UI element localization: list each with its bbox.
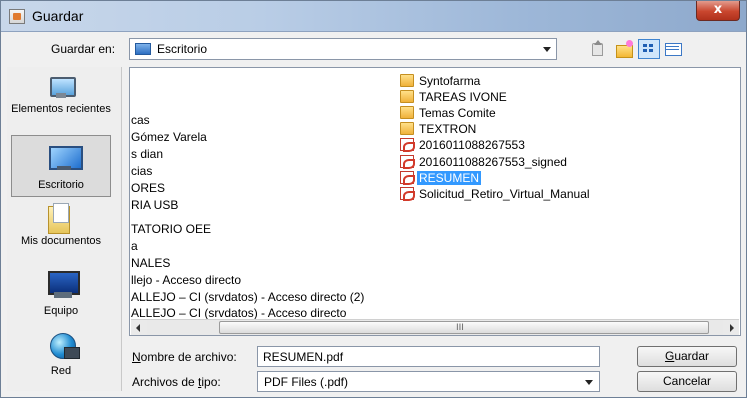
place-label: Mis documentos: [20, 235, 102, 247]
scrollbar-thumb[interactable]: III: [219, 321, 709, 334]
chevron-down-icon: [543, 47, 551, 52]
folder-icon: [400, 122, 414, 135]
filetype-label: Archivos de tipo:: [132, 375, 221, 389]
list-item-selected[interactable]: RESUMEN: [399, 170, 482, 186]
save-dialog: Guardar x Guardar en: Escritorio Element…: [0, 0, 747, 398]
list-item[interactable]: llejo - Acceso directo: [131, 272, 241, 288]
list-item[interactable]: TEXTRON: [399, 121, 476, 137]
places-bar: Elementos recientes Escritorio Mis docum…: [7, 67, 122, 391]
place-desktop[interactable]: Escritorio: [11, 135, 111, 197]
computer-icon: [48, 271, 80, 299]
desktop-icon: [49, 146, 83, 170]
list-item[interactable]: 2016011088267553: [399, 137, 525, 153]
file-name: cias: [131, 164, 153, 178]
folder-icon: [400, 74, 414, 87]
list-item[interactable]: TAREAS IVONE: [399, 89, 507, 105]
pdf-file-icon: [400, 138, 415, 152]
file-name: ALLEJO – CI (srvdatos) - Acceso directo …: [131, 290, 365, 304]
list-item[interactable]: ORES: [131, 180, 165, 196]
list-item[interactable]: Gómez Varela: [131, 129, 207, 145]
list-item[interactable]: Syntofarma: [399, 73, 480, 89]
filetype-value: PDF Files (.pdf): [264, 375, 349, 389]
cancel-button[interactable]: Cancelar: [637, 371, 737, 392]
file-name: a: [131, 239, 138, 253]
file-name: cas: [131, 113, 150, 127]
chevron-down-icon: [585, 380, 593, 385]
place-label: Escritorio: [38, 179, 84, 191]
place-computer[interactable]: Equipo: [11, 267, 111, 329]
place-recent-items[interactable]: Elementos recientes: [11, 69, 111, 131]
list-item[interactable]: Solicitud_Retiro_Virtual_Manual: [399, 186, 590, 202]
place-network[interactable]: Red: [11, 329, 111, 391]
file-name: RIA USB: [131, 198, 179, 212]
new-folder-icon[interactable]: [613, 39, 635, 59]
file-name: ORES: [131, 181, 166, 195]
scroll-right-icon[interactable]: [723, 320, 739, 335]
recent-items-icon: [48, 75, 76, 99]
save-button[interactable]: Guardar: [637, 346, 737, 367]
save-label: uardar: [674, 349, 710, 363]
save-in-label: Guardar en:: [51, 42, 116, 56]
file-name: RESUMEN: [417, 171, 482, 185]
list-item[interactable]: s dian: [131, 146, 163, 162]
desktop-folder-icon: [135, 43, 151, 55]
filetype-label-text-end: ipo:: [201, 375, 221, 389]
file-list[interactable]: cas Gómez Varela s dian cias ORES RIA US…: [129, 67, 741, 336]
file-name: TAREAS IVONE: [419, 90, 507, 104]
filetype-label-text: Archivos de: [132, 375, 199, 389]
scrollbar-grip: III: [456, 323, 464, 333]
file-name: Solicitud_Retiro_Virtual_Manual: [419, 187, 590, 201]
file-name: Temas Comite: [419, 106, 496, 120]
save-in-combobox[interactable]: Escritorio: [129, 38, 557, 60]
place-label: Equipo: [43, 305, 79, 317]
place-label: Elementos recientes: [11, 103, 111, 115]
save-in-value: Escritorio: [157, 42, 208, 56]
folder-icon: [400, 106, 414, 119]
file-name: ALLEJO – CI (srvdatos) - Acceso directo: [131, 306, 347, 320]
window-title: Guardar: [32, 8, 84, 24]
filename-input[interactable]: [257, 346, 600, 367]
file-name: llejo - Acceso directo: [131, 273, 242, 287]
details-view-icon[interactable]: [662, 39, 684, 59]
list-item[interactable]: cas: [131, 112, 150, 128]
scroll-left-icon[interactable]: [131, 320, 147, 335]
list-view-icon[interactable]: [638, 39, 660, 59]
network-icon: [48, 333, 80, 363]
pdf-file-icon: [400, 171, 415, 185]
list-item[interactable]: RIA USB: [131, 197, 178, 213]
place-label: Red: [50, 365, 72, 377]
list-item[interactable]: a: [131, 238, 138, 254]
file-name: 2016011088267553_signed: [419, 155, 567, 169]
folder-icon: [400, 90, 414, 103]
file-name: 2016011088267553: [419, 138, 525, 152]
list-item[interactable]: TATORIO OEE: [131, 221, 211, 237]
filename-label: Nombre de archivo:: [132, 350, 237, 364]
list-item[interactable]: Temas Comite: [399, 105, 496, 121]
list-item[interactable]: 2016011088267553_signed: [399, 154, 567, 170]
filename-label-text: ombre de archivo:: [140, 350, 237, 364]
filetype-select[interactable]: PDF Files (.pdf): [257, 371, 600, 392]
file-name: NALES: [131, 256, 171, 270]
horizontal-scrollbar[interactable]: III: [131, 319, 739, 335]
filename-label-mnemonic: N: [132, 350, 141, 364]
file-name: Gómez Varela: [131, 130, 207, 144]
save-mnemonic: G: [664, 349, 675, 363]
file-name: Syntofarma: [419, 74, 481, 88]
place-my-documents[interactable]: Mis documentos: [11, 199, 111, 261]
list-item[interactable]: ALLEJO – CI (srvdatos) - Acceso directo …: [131, 289, 364, 305]
list-item[interactable]: cias: [131, 163, 152, 179]
title-bar[interactable]: Guardar x: [1, 1, 746, 32]
pdf-file-icon: [400, 187, 415, 201]
close-button[interactable]: x: [696, 1, 740, 21]
java-app-icon: [9, 9, 25, 24]
documents-icon: [48, 203, 72, 234]
file-name: TEXTRON: [419, 122, 477, 136]
file-name: TATORIO OEE: [131, 222, 212, 236]
file-name: s dian: [131, 147, 164, 161]
pdf-file-icon: [400, 155, 415, 169]
up-one-level-icon[interactable]: [586, 39, 608, 59]
list-item[interactable]: NALES: [131, 255, 170, 271]
